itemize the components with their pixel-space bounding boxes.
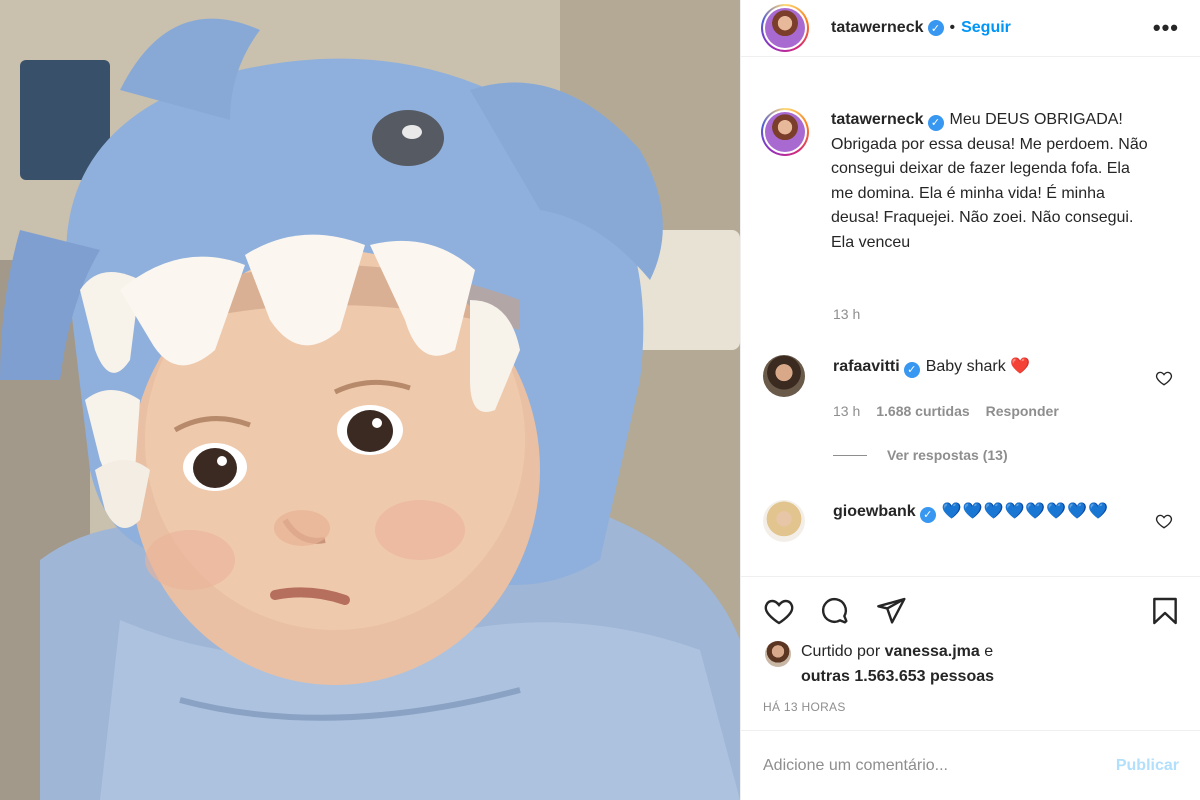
caption-text-block: tatawerneck ✓ Meu DEUS OBRIGADA! Obrigada … bbox=[831, 108, 1151, 255]
separator: • bbox=[949, 19, 956, 36]
post-photo[interactable] bbox=[0, 0, 740, 800]
comment-body: 💙💙💙💙💙💙💙💙 bbox=[941, 503, 1110, 520]
likes-text: Curtido por vanessa.jma e outras 1.563.6… bbox=[801, 639, 994, 689]
caption-author[interactable]: tatawerneck bbox=[831, 111, 924, 128]
view-replies-label: Ver respostas (13) bbox=[887, 447, 1008, 463]
liked-by-middle: e bbox=[984, 643, 994, 660]
more-options-icon[interactable]: ••• bbox=[1153, 17, 1179, 39]
commenter-avatar[interactable] bbox=[763, 355, 805, 397]
comment-time[interactable]: 13 h bbox=[833, 403, 860, 419]
verified-badge-icon: ✓ bbox=[927, 115, 944, 132]
comment-body: Baby shark ❤️ bbox=[925, 358, 1031, 375]
likes-count[interactable]: outras 1.563.653 pessoas bbox=[801, 668, 994, 685]
comment-input[interactable] bbox=[763, 756, 1116, 775]
likes-summary: Curtido por vanessa.jma e outras 1.563.6… bbox=[765, 639, 994, 689]
comment-text-block: rafaavitti ✓ Baby shark ❤️ bbox=[833, 355, 1133, 397]
liked-by-prefix: Curtido por bbox=[801, 643, 881, 660]
share-icon[interactable] bbox=[873, 593, 909, 629]
verified-badge-icon: ✓ bbox=[927, 20, 944, 36]
verified-badge-icon: ✓ bbox=[903, 362, 920, 378]
caption-body: Meu DEUS OBRIGADA! Obrigada por essa deu… bbox=[831, 111, 1148, 251]
comment-item: gioewbank ✓ 💙💙💙💙💙💙💙💙 bbox=[763, 500, 1183, 542]
post-panel: tatawerneck ✓ • Seguir ••• tatawerneck ✓ M… bbox=[740, 0, 1200, 800]
comment-meta: 13 h 1.688 curtidas Responder bbox=[833, 403, 1059, 419]
liker-avatar[interactable] bbox=[765, 641, 791, 667]
author-avatar[interactable] bbox=[761, 4, 809, 52]
comments-list[interactable]: tatawerneck ✓ Meu DEUS OBRIGADA! Obrigada … bbox=[741, 58, 1200, 576]
commenter-avatar[interactable] bbox=[763, 500, 805, 542]
bookmark-icon[interactable] bbox=[1147, 593, 1183, 629]
comment-item: rafaavitti ✓ Baby shark ❤️ bbox=[763, 355, 1183, 397]
comment-text-block: gioewbank ✓ 💙💙💙💙💙💙💙💙 bbox=[833, 500, 1133, 542]
post-header: tatawerneck ✓ • Seguir ••• bbox=[741, 0, 1200, 57]
reply-button[interactable]: Responder bbox=[986, 403, 1059, 419]
comment-likes[interactable]: 1.688 curtidas bbox=[876, 403, 969, 419]
post-timestamp[interactable]: HÁ 13 HORAS bbox=[763, 700, 846, 714]
comment-icon[interactable] bbox=[817, 593, 853, 629]
caption-author-avatar[interactable] bbox=[761, 108, 809, 156]
baby-shark-towel-image bbox=[0, 0, 740, 800]
follow-button[interactable]: Seguir bbox=[961, 19, 1011, 37]
caption-timestamp[interactable]: 13 h bbox=[833, 306, 860, 322]
heart-icon[interactable] bbox=[761, 593, 797, 629]
view-replies-button[interactable]: Ver respostas (13) bbox=[833, 447, 1008, 463]
author-username[interactable]: tatawerneck bbox=[831, 19, 924, 37]
commenter-username[interactable]: rafaavitti bbox=[833, 358, 900, 375]
replies-divider bbox=[833, 454, 867, 456]
heart-small-icon[interactable] bbox=[1155, 512, 1173, 530]
verified-badge-icon: ✓ bbox=[919, 507, 936, 523]
add-comment-bar: Publicar bbox=[741, 730, 1200, 800]
caption: tatawerneck ✓ Meu DEUS OBRIGADA! Obrigada … bbox=[761, 108, 1151, 255]
commenter-username[interactable]: gioewbank bbox=[833, 503, 916, 520]
liker-username[interactable]: vanessa.jma bbox=[885, 643, 980, 660]
publish-button[interactable]: Publicar bbox=[1116, 757, 1179, 775]
heart-small-icon[interactable] bbox=[1155, 369, 1173, 387]
